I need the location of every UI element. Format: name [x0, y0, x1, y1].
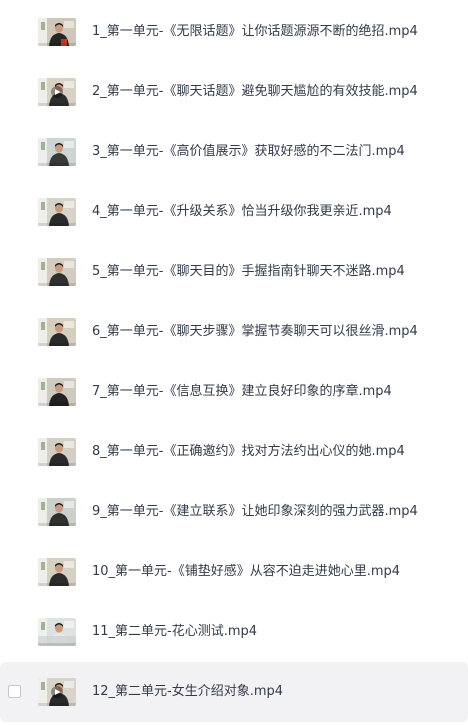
video-thumbnail-icon[interactable]: [38, 558, 76, 586]
file-row[interactable]: 4_第一单元-《升级关系》恰当升级你我更亲近.mp4: [0, 182, 468, 242]
file-row[interactable]: 12_第二单元-女生介绍对象.mp4: [0, 662, 468, 722]
file-row[interactable]: 6_第一单元-《聊天步骤》掌握节奏聊天可以很丝滑.mp4: [0, 302, 468, 362]
file-row[interactable]: 11_第二单元-花心测试.mp4: [0, 602, 468, 662]
video-thumbnail-icon[interactable]: [38, 438, 76, 466]
file-name[interactable]: 3_第一单元-《高价值展示》获取好感的不二法门.mp4: [92, 142, 405, 162]
video-thumbnail-icon[interactable]: [38, 318, 76, 346]
file-name[interactable]: 5_第一单元-《聊天目的》手握指南针聊天不迷路.mp4: [92, 262, 405, 282]
file-name[interactable]: 6_第一单元-《聊天步骤》掌握节奏聊天可以很丝滑.mp4: [92, 322, 418, 342]
video-thumbnail-icon[interactable]: [38, 198, 76, 226]
file-row[interactable]: 9_第一单元-《建立联系》让她印象深刻的强力武器.mp4: [0, 482, 468, 542]
file-row[interactable]: 7_第一单元-《信息互换》建立良好印象的序章.mp4: [0, 362, 468, 422]
video-thumbnail-icon[interactable]: [38, 258, 76, 286]
video-thumbnail-icon[interactable]: [38, 78, 76, 106]
file-name[interactable]: 8_第一单元-《正确邀约》找对方法约出心仪的她.mp4: [92, 442, 405, 462]
file-row[interactable]: 2_第一单元-《聊天话题》避免聊天尴尬的有效技能.mp4: [0, 62, 468, 122]
file-name[interactable]: 1_第一单元-《无限话题》让你话题源源不断的绝招.mp4: [92, 22, 418, 42]
video-thumbnail-icon[interactable]: [38, 18, 76, 46]
file-row[interactable]: 1_第一单元-《无限话题》让你话题源源不断的绝招.mp4: [0, 2, 468, 62]
file-row[interactable]: 8_第一单元-《正确邀约》找对方法约出心仪的她.mp4: [0, 422, 468, 482]
file-name[interactable]: 9_第一单元-《建立联系》让她印象深刻的强力武器.mp4: [92, 502, 418, 522]
file-name[interactable]: 10_第一单元-《铺垫好感》从容不迫走进她心里.mp4: [92, 562, 400, 582]
video-thumbnail-icon[interactable]: [38, 498, 76, 526]
select-checkbox[interactable]: [8, 685, 21, 698]
file-name[interactable]: 2_第一单元-《聊天话题》避免聊天尴尬的有效技能.mp4: [92, 82, 418, 102]
file-name[interactable]: 11_第二单元-花心测试.mp4: [92, 622, 257, 642]
file-row[interactable]: 10_第一单元-《铺垫好感》从容不迫走进她心里.mp4: [0, 542, 468, 602]
file-name[interactable]: 12_第二单元-女生介绍对象.mp4: [92, 682, 283, 702]
video-thumbnail-icon[interactable]: [38, 618, 76, 646]
file-row[interactable]: 5_第一单元-《聊天目的》手握指南针聊天不迷路.mp4: [0, 242, 468, 302]
video-thumbnail-icon[interactable]: [38, 138, 76, 166]
file-row[interactable]: 3_第一单元-《高价值展示》获取好感的不二法门.mp4: [0, 122, 468, 182]
video-thumbnail-icon[interactable]: [38, 678, 76, 706]
file-name[interactable]: 4_第一单元-《升级关系》恰当升级你我更亲近.mp4: [92, 202, 392, 222]
file-list: 1_第一单元-《无限话题》让你话题源源不断的绝招.mp4 2_第一单元-《聊天话题…: [0, 0, 468, 725]
file-name[interactable]: 7_第一单元-《信息互换》建立良好印象的序章.mp4: [92, 382, 392, 402]
video-thumbnail-icon[interactable]: [38, 378, 76, 406]
